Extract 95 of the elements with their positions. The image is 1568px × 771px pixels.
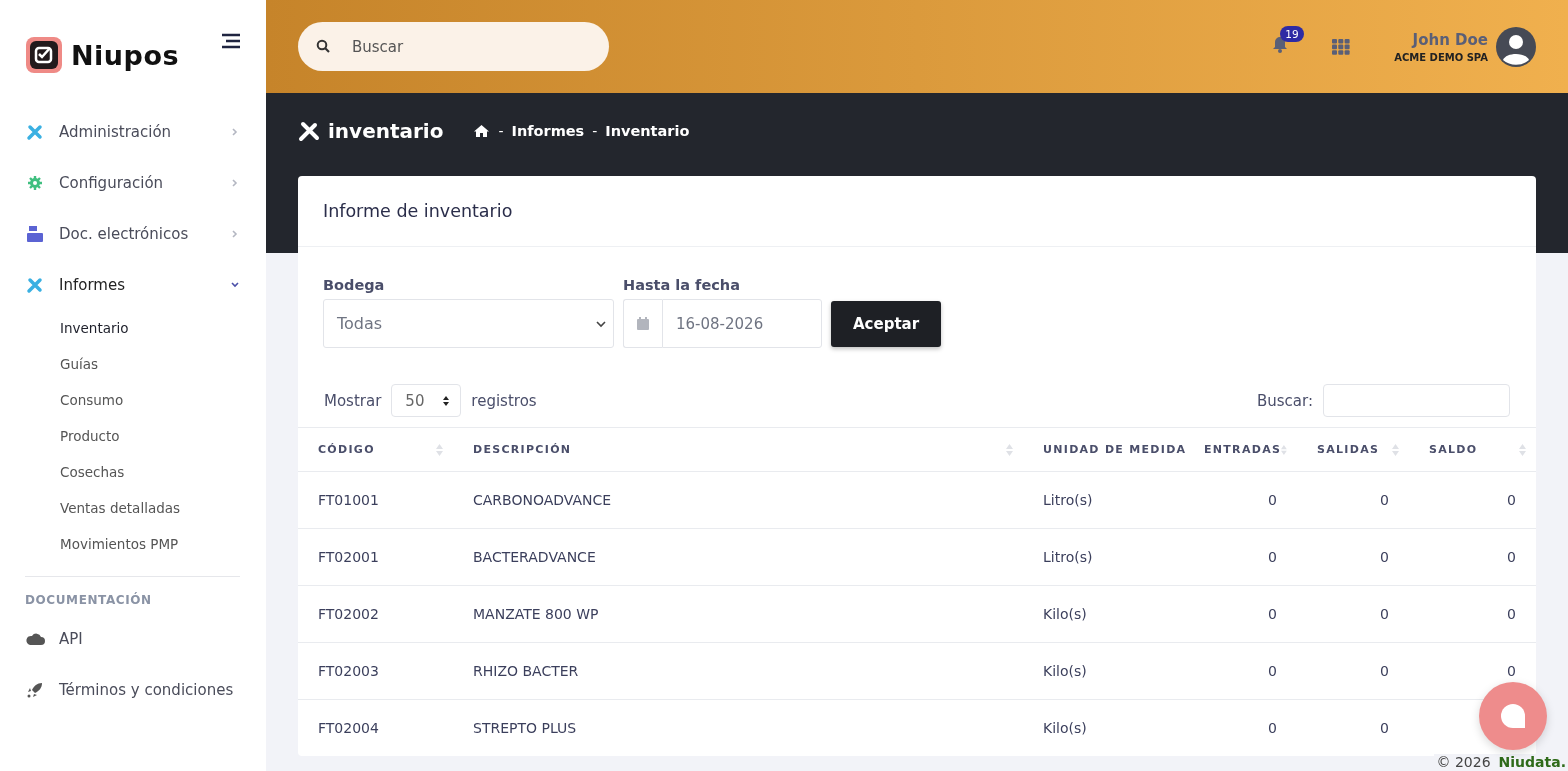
sidebar-item[interactable]: Configuración bbox=[25, 157, 240, 208]
column-header[interactable]: SALDO bbox=[1409, 442, 1536, 457]
table-cell-text: RHIZO BACTER bbox=[472, 663, 580, 679]
search-field[interactable]: Buscar bbox=[298, 22, 609, 71]
bell-icon[interactable] bbox=[1272, 36, 1289, 53]
chevron-right-icon bbox=[230, 126, 240, 137]
chat-bubble-icon bbox=[1500, 703, 1526, 729]
field-label: Hasta la fecha bbox=[623, 277, 741, 293]
field-label: Bodega bbox=[323, 277, 386, 293]
sidebar-item[interactable]: Administración bbox=[25, 106, 240, 157]
sidebar-item[interactable]: Informes bbox=[25, 259, 240, 310]
table-cell-text: Litro(s) bbox=[1042, 549, 1094, 565]
table-cell-text: FT02004 bbox=[317, 720, 380, 736]
calendar-icon bbox=[636, 316, 650, 331]
copyright-text: © 2026 bbox=[1436, 754, 1491, 770]
submenu-item[interactable]: Producto bbox=[25, 418, 240, 454]
table-search-field[interactable] bbox=[1323, 384, 1510, 417]
table-cell-text: 0 bbox=[1267, 663, 1278, 679]
table-cell-text: 0 bbox=[1379, 663, 1390, 679]
sort-icon[interactable] bbox=[436, 442, 443, 457]
table-cell-text: BACTERADVANCE bbox=[472, 549, 597, 565]
notification-badge: 19 bbox=[1280, 26, 1304, 42]
submenu-item[interactable]: Inventario bbox=[25, 310, 240, 346]
section-title: DOCUMENTACIÓN bbox=[25, 593, 153, 607]
table-cell-text: 0 bbox=[1267, 549, 1278, 565]
submenu-item[interactable]: Guías bbox=[25, 346, 240, 382]
column-header[interactable]: ENTRADAS bbox=[1184, 442, 1297, 457]
table-cell-text: FT02003 bbox=[317, 663, 380, 679]
menu-icon[interactable] bbox=[220, 33, 240, 49]
sidebar-item[interactable]: Doc. electrónicos bbox=[25, 208, 240, 259]
column-header[interactable]: SALIDAS bbox=[1297, 442, 1409, 457]
table-cell-text: 0 bbox=[1267, 720, 1278, 736]
table-cell-text: 0 bbox=[1506, 663, 1517, 679]
sidebar-item[interactable]: API bbox=[25, 613, 240, 664]
table-cell-text: 0 bbox=[1506, 549, 1517, 565]
gear-icon bbox=[25, 173, 45, 192]
table-cell-text: FT01001 bbox=[317, 492, 380, 508]
page-size-dropdown[interactable]: 50 bbox=[391, 384, 462, 417]
brand-name: Niupos bbox=[71, 39, 180, 71]
home-icon[interactable] bbox=[473, 124, 491, 138]
table-cell-text: Kilo(s) bbox=[1042, 663, 1088, 679]
caret-down-icon bbox=[596, 319, 606, 328]
search-label: Buscar: bbox=[1257, 391, 1313, 410]
company-name: ACME DEMO SPA bbox=[1394, 51, 1488, 63]
table-cell-text: 0 bbox=[1379, 549, 1390, 565]
table-cell-text: Kilo(s) bbox=[1042, 720, 1088, 736]
user-name: John Doe bbox=[1412, 30, 1488, 49]
table-cell-text: FT02001 bbox=[317, 549, 380, 565]
table-cell-text: STREPTO PLUS bbox=[472, 720, 578, 736]
date-field[interactable]: 16-08-2026 bbox=[662, 299, 822, 348]
chevron-right-icon bbox=[230, 228, 240, 239]
sort-icon[interactable] bbox=[1392, 442, 1399, 457]
breadcrumb-link[interactable]: Informes bbox=[511, 123, 585, 139]
warehouse-dropdown[interactable]: Todas bbox=[323, 299, 614, 348]
table-cell-text: MANZATE 800 WP bbox=[472, 606, 600, 622]
table-cell-text: 0 bbox=[1267, 606, 1278, 622]
cloud-icon bbox=[25, 631, 45, 646]
records-label: registros bbox=[471, 391, 537, 410]
cash-register-icon bbox=[25, 224, 45, 243]
breadcrumb-separator: - bbox=[498, 123, 504, 139]
accept-button[interactable]: Aceptar bbox=[831, 301, 942, 347]
show-label: Mostrar bbox=[324, 391, 382, 410]
search-icon bbox=[316, 39, 330, 53]
logo-icon bbox=[25, 36, 63, 74]
column-header[interactable]: DESCRIPCIÓN bbox=[453, 442, 1023, 457]
sidebar-item[interactable]: Términos y condiciones bbox=[25, 664, 240, 715]
submenu-item[interactable]: Movimientos PMP bbox=[25, 526, 240, 562]
table-cell-text: 0 bbox=[1379, 720, 1390, 736]
breadcrumb-separator: - bbox=[592, 123, 598, 139]
submenu-item[interactable]: Consumo bbox=[25, 382, 240, 418]
table-cell-text: 0 bbox=[1379, 492, 1390, 508]
chevron-right-icon bbox=[230, 177, 240, 188]
page-title: inventario bbox=[328, 119, 444, 143]
table-cell-text: Kilo(s) bbox=[1042, 606, 1088, 622]
column-header[interactable]: UNIDAD DE MEDIDA bbox=[1023, 442, 1184, 457]
submenu-item[interactable]: Cosechas bbox=[25, 454, 240, 490]
column-header[interactable]: CÓDIGO bbox=[298, 442, 453, 457]
table-cell-text: 0 bbox=[1506, 492, 1517, 508]
up-down-caret-icon bbox=[442, 394, 451, 407]
table-cell-text: CARBONOADVANCE bbox=[472, 492, 613, 508]
sort-icon[interactable] bbox=[1006, 442, 1013, 457]
card-title: Informe de inventario bbox=[323, 201, 513, 221]
table-cell-text: 0 bbox=[1506, 606, 1517, 622]
rocket-icon bbox=[25, 680, 45, 699]
submenu-item[interactable]: Ventas detalladas bbox=[25, 490, 240, 526]
table-cell-text: Litro(s) bbox=[1042, 492, 1094, 508]
table-cell-text: 0 bbox=[1379, 606, 1390, 622]
avatar-icon[interactable] bbox=[1496, 26, 1536, 67]
table-cell-text: 0 bbox=[1267, 492, 1278, 508]
company-link[interactable]: Niudata. bbox=[1498, 754, 1566, 770]
table-cell-text: FT02002 bbox=[317, 606, 380, 622]
sort-icon[interactable] bbox=[1519, 442, 1526, 457]
breadcrumb-link[interactable]: Inventario bbox=[605, 123, 690, 139]
apps-grid-icon[interactable] bbox=[1332, 38, 1351, 55]
chevron-down-icon bbox=[230, 279, 240, 290]
